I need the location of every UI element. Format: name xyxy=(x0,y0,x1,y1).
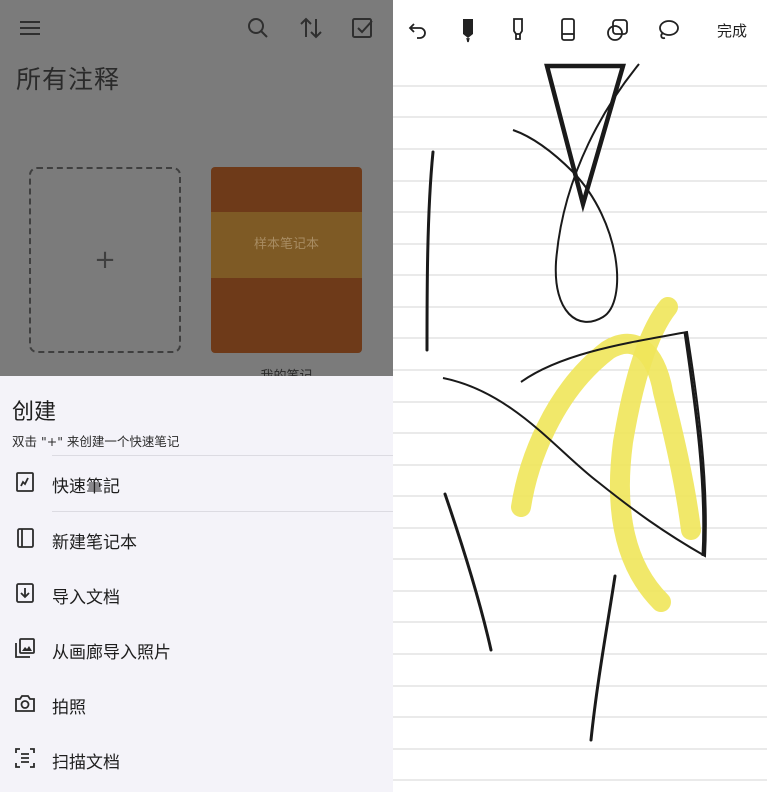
menu-item-label: 拍照 xyxy=(52,698,86,718)
notebook-caption: 我的笔记 xyxy=(211,365,362,376)
sample-notebook-cover[interactable]: 样本笔记本 xyxy=(211,167,362,353)
camera-icon xyxy=(15,695,35,712)
highlighter-icon[interactable] xyxy=(505,17,531,43)
menu-item-label: 新建笔记本 xyxy=(52,533,137,553)
eraser-icon[interactable] xyxy=(555,17,581,43)
divider xyxy=(52,511,393,512)
sheet-title: 创建 xyxy=(12,400,57,425)
menu-item-label: 从画廊导入照片 xyxy=(52,643,171,663)
import-document-icon xyxy=(16,583,34,603)
new-notebook-item[interactable]: 新建笔记本 xyxy=(0,514,393,564)
gallery-icon xyxy=(15,638,35,658)
new-note-tile[interactable]: + xyxy=(29,167,181,353)
page-title: 所有注释 xyxy=(16,65,121,94)
quick-note-item[interactable]: 快速筆記 xyxy=(0,458,393,508)
drawing-toolbar: 完成 xyxy=(393,0,767,62)
lasso-icon[interactable] xyxy=(655,17,681,43)
drawing-canvas[interactable] xyxy=(393,62,767,792)
scan-icon xyxy=(15,748,35,768)
dimmed-library-area[interactable]: 所有注释 + 样本笔记本 我的笔记 xyxy=(0,0,393,376)
undo-icon[interactable] xyxy=(405,17,431,43)
notebook-icon xyxy=(17,528,34,548)
quick-note-icon xyxy=(16,472,34,492)
menu-icon[interactable] xyxy=(16,14,44,42)
shapes-icon[interactable] xyxy=(605,17,631,43)
select-icon[interactable] xyxy=(349,14,377,42)
note-editor-panel: 完成 xyxy=(393,0,767,792)
import-gallery-item[interactable]: 从画廊导入照片 xyxy=(0,624,393,674)
sort-icon[interactable] xyxy=(297,14,325,42)
take-photo-item[interactable]: 拍照 xyxy=(0,679,393,729)
menu-item-label: 导入文档 xyxy=(52,588,120,608)
notebook-cover-label: 样本笔记本 xyxy=(211,212,362,278)
highlighter-strokes xyxy=(511,297,701,612)
divider xyxy=(52,455,393,456)
notes-library-panel: 所有注释 + 样本笔记本 我的笔记 创建 双击 "+" 来创建一个快速笔记 快速… xyxy=(0,0,393,792)
import-document-item[interactable]: 导入文档 xyxy=(0,569,393,619)
scan-document-item[interactable]: 扫描文档 xyxy=(0,734,393,784)
sheet-hint: 双击 "+" 来创建一个快速笔记 xyxy=(12,434,180,449)
search-icon[interactable] xyxy=(244,14,272,42)
done-button[interactable]: 完成 xyxy=(717,20,747,41)
menu-item-label: 快速筆記 xyxy=(52,477,120,497)
menu-item-label: 扫描文档 xyxy=(52,753,120,773)
plus-icon: + xyxy=(94,245,116,275)
create-bottom-sheet: 创建 双击 "+" 来创建一个快速笔记 快速筆記 新建笔记本 导入文档 从画廊导… xyxy=(0,376,393,792)
pen-icon[interactable] xyxy=(455,17,481,43)
